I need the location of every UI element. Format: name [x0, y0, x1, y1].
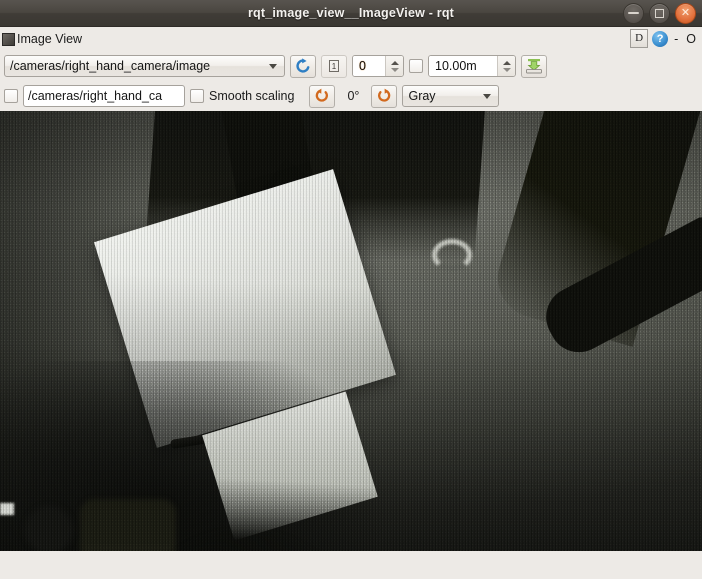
rotate-left-button[interactable]: [309, 84, 336, 108]
minimize-icon[interactable]: [623, 3, 644, 24]
rotation-angle-label: 0°: [347, 89, 360, 103]
window-bottom-strip: [0, 551, 702, 562]
refresh-topics-button[interactable]: [290, 54, 316, 78]
svg-text:1: 1: [332, 62, 337, 71]
max-depth-spinbox[interactable]: 10.00m: [428, 55, 516, 77]
frame-number-button[interactable]: 1: [321, 54, 347, 78]
frame-index-stepper[interactable]: [385, 56, 403, 76]
window-titlebar: rqt_image_view__ImageView - rqt ✕: [0, 0, 702, 27]
single-frame-icon: 1: [329, 60, 339, 72]
help-icon[interactable]: ?: [652, 30, 669, 47]
panel-grip-icon: [2, 32, 15, 46]
chevron-down-icon: [269, 63, 277, 69]
window-title: rqt_image_view__ImageView - rqt: [247, 6, 455, 20]
stepper-down-icon: [502, 67, 511, 72]
color-scheme-combo[interactable]: Gray: [402, 85, 500, 107]
panel-close-button[interactable]: O: [684, 32, 698, 46]
stepper-up-icon: [502, 60, 511, 65]
refresh-icon: [296, 58, 310, 73]
rqt-image-view-window: rqt_image_view__ImageView - rqt ✕ Image …: [0, 0, 702, 579]
toolbar-row-1: /cameras/right_hand_camera/image 1 0 10.…: [0, 51, 702, 81]
smooth-scaling-checkbox[interactable]: [190, 89, 204, 103]
topic-combo-value: /cameras/right_hand_camera/image: [10, 59, 211, 73]
rotate-right-icon: [378, 88, 391, 102]
frame-index-spinbox[interactable]: 0: [352, 55, 404, 77]
max-depth-value: 10.00m: [429, 56, 497, 76]
maximize-icon[interactable]: [649, 3, 670, 24]
max-depth-stepper[interactable]: [497, 56, 515, 76]
publish-topic-input[interactable]: /cameras/right_hand_ca: [23, 85, 185, 107]
dock-button[interactable]: D: [630, 29, 649, 48]
save-image-icon: [526, 59, 542, 74]
panel-title: Image View: [17, 32, 83, 46]
rotate-right-button[interactable]: [371, 84, 398, 108]
max-depth-checkbox[interactable]: [409, 59, 423, 73]
camera-image-canvas[interactable]: [0, 111, 702, 551]
stepper-up-icon: [390, 60, 399, 65]
topic-combo[interactable]: /cameras/right_hand_camera/image: [4, 55, 285, 77]
stepper-down-icon: [390, 67, 399, 72]
color-scheme-value: Gray: [408, 89, 436, 103]
image-view-panel-header: Image View D ? - O: [0, 27, 702, 51]
smooth-scaling-label: Smooth scaling: [209, 89, 295, 103]
close-icon[interactable]: ✕: [675, 3, 696, 24]
window-controls: ✕: [623, 3, 696, 24]
panel-minimize-button[interactable]: -: [672, 32, 680, 46]
publish-topic-checkbox[interactable]: [4, 89, 18, 103]
frame-index-value: 0: [353, 56, 385, 76]
toolbar-row-2: /cameras/right_hand_ca Smooth scaling 0°…: [0, 81, 702, 111]
image-grain-noise: [0, 111, 702, 551]
save-image-button[interactable]: [521, 54, 547, 78]
rotate-left-icon: [316, 88, 329, 102]
chevron-down-icon: [483, 93, 492, 99]
